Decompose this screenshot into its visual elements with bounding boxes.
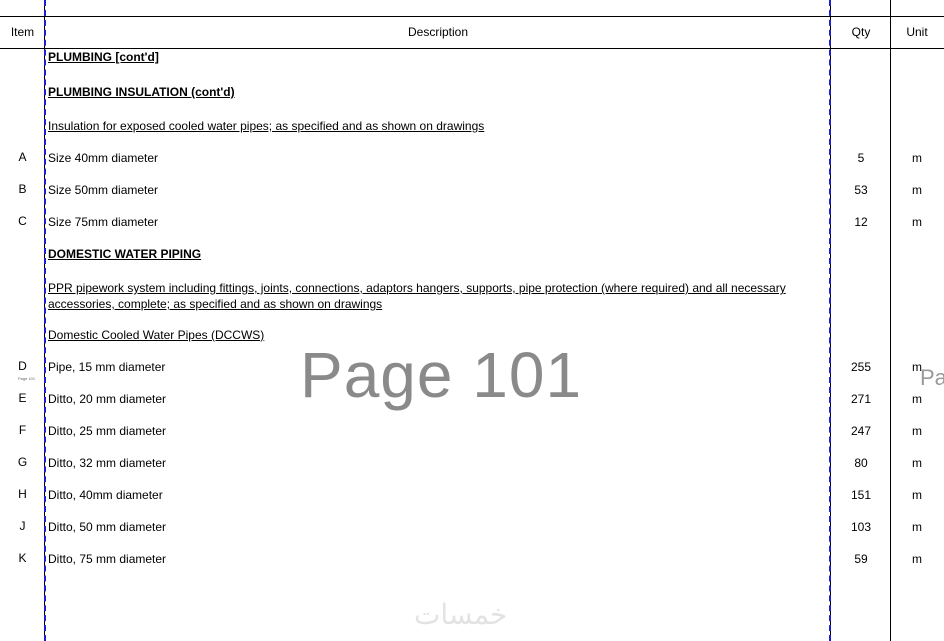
page-number-watermark: Page 101 <box>300 339 583 411</box>
row-item-code[interactable]: G <box>0 455 45 469</box>
section-title-plumbing[interactable]: PLUMBING [cont'd] <box>48 50 159 64</box>
column-header-qty[interactable]: Qty <box>832 17 890 48</box>
row-description[interactable]: Size 50mm diameter <box>48 183 158 197</box>
row-description[interactable]: Ditto, 32 mm diameter <box>48 456 166 470</box>
row-unit[interactable]: m <box>891 215 943 229</box>
row-description[interactable]: Ditto, 50 mm diameter <box>48 520 166 534</box>
row-qty[interactable]: 103 <box>832 520 890 534</box>
page-break-line <box>44 0 46 641</box>
row-qty[interactable]: 80 <box>832 456 890 470</box>
row-item-code[interactable]: F <box>0 423 45 437</box>
column-header-item[interactable]: Item <box>0 17 45 48</box>
row-item-code[interactable]: K <box>0 551 45 565</box>
row-description[interactable]: Ditto, 40mm diameter <box>48 488 163 502</box>
row-qty[interactable]: 255 <box>832 360 890 374</box>
page-break-line <box>829 0 831 641</box>
row-qty[interactable]: 53 <box>832 183 890 197</box>
row-qty[interactable]: 5 <box>832 151 890 165</box>
row-unit[interactable]: m <box>891 392 943 406</box>
section-subtitle-dccws[interactable]: Domestic Cooled Water Pipes (DCCWS) <box>48 328 264 342</box>
row-item-code[interactable]: E <box>0 391 45 405</box>
row-description[interactable]: Ditto, 75 mm diameter <box>48 552 166 566</box>
row-unit[interactable]: m <box>891 151 943 165</box>
row-unit[interactable]: m <box>891 552 943 566</box>
row-item-code[interactable]: J <box>0 519 45 533</box>
section-description-ppr[interactable]: PPR pipework system including fittings, … <box>48 280 823 312</box>
row-unit[interactable]: m <box>891 424 943 438</box>
row-item-code[interactable]: A <box>0 150 45 164</box>
page-marker-small: Page 101 <box>18 376 36 381</box>
row-description[interactable]: Size 40mm diameter <box>48 151 158 165</box>
section-description-insulation[interactable]: Insulation for exposed cooled water pipe… <box>48 119 484 133</box>
row-description[interactable]: Ditto, 25 mm diameter <box>48 424 166 438</box>
section-title-domestic-water[interactable]: DOMESTIC WATER PIPING <box>48 247 201 261</box>
row-description[interactable]: Pipe, 15 mm diameter <box>48 360 165 374</box>
row-unit[interactable]: m <box>891 456 943 470</box>
row-qty[interactable]: 59 <box>832 552 890 566</box>
header-bottom-border <box>0 48 944 49</box>
column-header-unit[interactable]: Unit <box>891 17 943 48</box>
row-qty[interactable]: 12 <box>832 215 890 229</box>
row-unit[interactable]: m <box>891 520 943 534</box>
row-qty[interactable]: 247 <box>832 424 890 438</box>
row-description[interactable]: Ditto, 20 mm diameter <box>48 392 166 406</box>
row-unit[interactable]: m <box>891 488 943 502</box>
next-page-watermark-partial: Pa <box>920 365 944 390</box>
row-description[interactable]: Size 75mm diameter <box>48 215 158 229</box>
section-title-insulation[interactable]: PLUMBING INSULATION (cont'd) <box>48 85 235 99</box>
row-item-code[interactable]: C <box>0 214 45 228</box>
row-unit[interactable]: m <box>891 183 943 197</box>
row-item-code[interactable]: B <box>0 182 45 196</box>
row-qty[interactable]: 151 <box>832 488 890 502</box>
site-logo-watermark: خمسات <box>414 599 508 630</box>
column-header-description[interactable]: Description <box>46 17 830 48</box>
row-qty[interactable]: 271 <box>832 392 890 406</box>
row-item-code[interactable]: H <box>0 487 45 501</box>
column-divider <box>890 0 891 641</box>
row-item-code[interactable]: D <box>0 359 45 373</box>
